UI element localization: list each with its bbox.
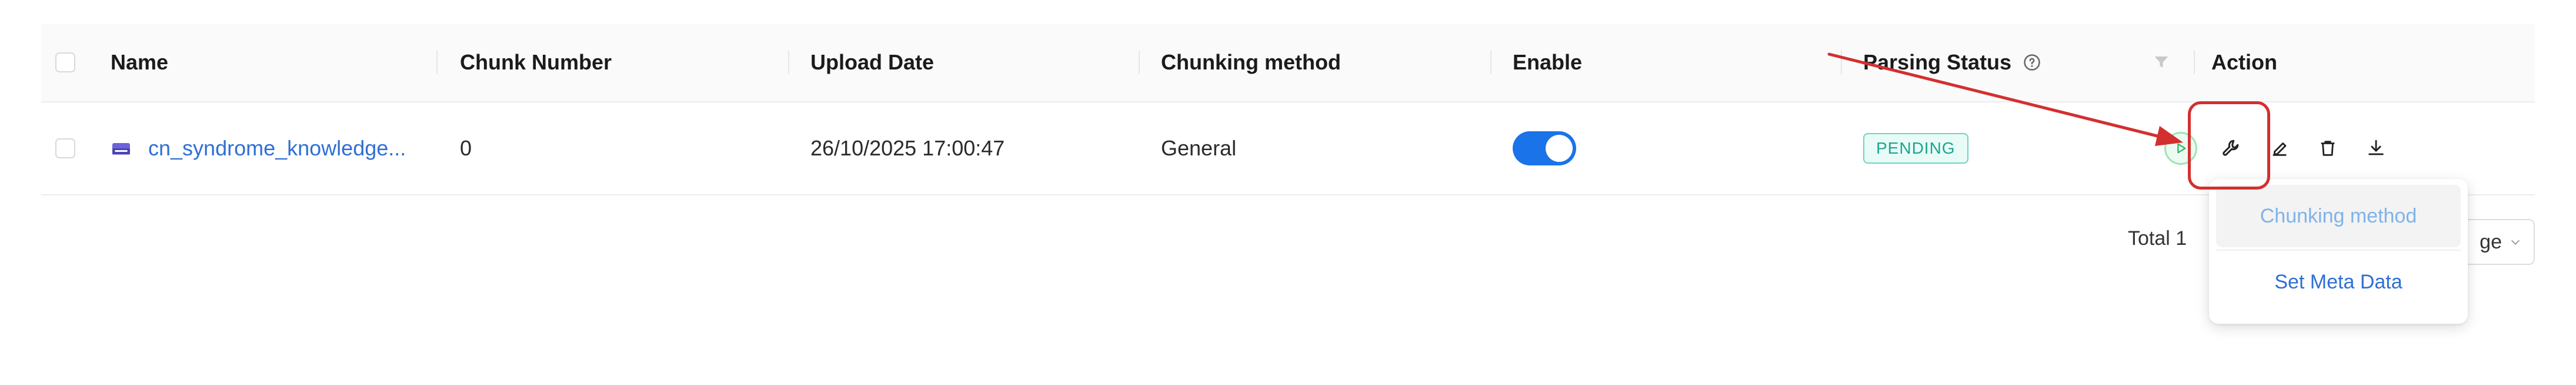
menu-item-chunking-method[interactable]: Chunking method bbox=[2216, 185, 2461, 247]
column-header-upload-date[interactable]: Upload Date bbox=[810, 24, 934, 101]
file-icon bbox=[111, 138, 132, 159]
page-size-label: ge bbox=[2480, 230, 2502, 253]
action-dropdown-menu: Chunking method Set Meta Data bbox=[2209, 179, 2468, 324]
file-name-link[interactable]: cn_syndrome_knowledge... bbox=[148, 136, 406, 161]
annotation-highlight-box bbox=[2188, 101, 2270, 190]
trash-icon[interactable] bbox=[2316, 137, 2340, 160]
help-circle-icon[interactable] bbox=[2023, 54, 2041, 71]
edit-icon[interactable] bbox=[2268, 137, 2291, 160]
column-header-chunk-number[interactable]: Chunk Number bbox=[460, 24, 612, 101]
column-divider bbox=[2194, 51, 2195, 74]
toggle-knob bbox=[1546, 135, 1573, 162]
download-icon[interactable] bbox=[2364, 137, 2388, 160]
select-all-checkbox-cell[interactable] bbox=[55, 24, 75, 101]
column-divider bbox=[436, 51, 438, 74]
table-row[interactable]: cn_syndrome_knowledge... 0 26/10/2025 17… bbox=[41, 102, 2535, 195]
column-header-parsing-status[interactable]: Parsing Status bbox=[1863, 24, 2041, 101]
row-checkbox[interactable] bbox=[55, 138, 75, 158]
file-name-cell[interactable]: cn_syndrome_knowledge... bbox=[111, 102, 406, 194]
column-divider bbox=[1490, 51, 1491, 74]
table-header-row: Name Chunk Number Upload Date Chunking m… bbox=[41, 24, 2535, 102]
column-divider bbox=[788, 51, 789, 74]
status-cell: PENDING bbox=[1863, 102, 1968, 194]
column-header-enable[interactable]: Enable bbox=[1513, 24, 1582, 101]
pagination-total: Total 1 bbox=[2128, 227, 2187, 250]
filter-icon[interactable] bbox=[2153, 24, 2170, 101]
row-checkbox-cell[interactable] bbox=[55, 102, 75, 194]
status-badge: PENDING bbox=[1863, 133, 1968, 164]
parsing-status-label: Parsing Status bbox=[1863, 50, 2012, 74]
column-divider bbox=[1841, 51, 1842, 74]
menu-item-set-meta-data[interactable]: Set Meta Data bbox=[2216, 251, 2461, 313]
column-divider bbox=[1139, 51, 1140, 74]
column-header-chunking-method[interactable]: Chunking method bbox=[1161, 24, 1341, 101]
enable-toggle-cell[interactable] bbox=[1513, 102, 1576, 194]
column-header-name[interactable]: Name bbox=[111, 24, 168, 101]
select-all-checkbox[interactable] bbox=[55, 52, 75, 72]
chunk-number-value: 0 bbox=[460, 136, 472, 160]
column-header-action: Action bbox=[2211, 50, 2277, 74]
chevron-down-icon bbox=[2509, 235, 2522, 248]
upload-date-value: 26/10/2025 17:00:47 bbox=[810, 136, 1005, 160]
chunking-method-value: General bbox=[1161, 136, 1237, 160]
enable-toggle[interactable] bbox=[1513, 131, 1576, 165]
